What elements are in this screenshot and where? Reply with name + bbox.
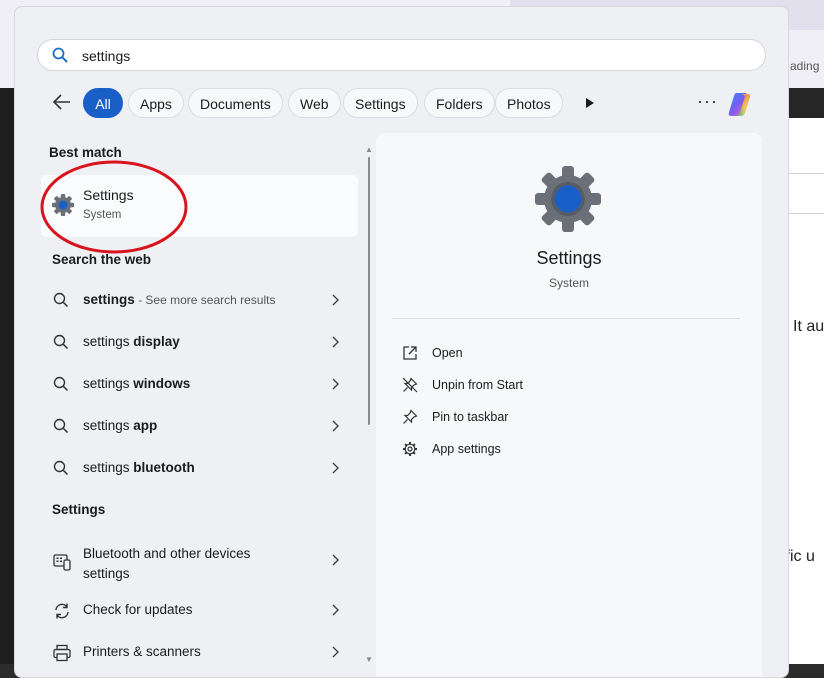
filter-settings[interactable]: Settings	[343, 88, 418, 118]
search-icon	[53, 418, 69, 434]
bluetooth-devices-icon	[53, 554, 71, 571]
action-label: Unpin from Start	[432, 378, 524, 392]
filter-web[interactable]: Web	[288, 88, 341, 118]
highlight-circle-annotation	[40, 160, 188, 254]
chevron-right-icon	[332, 462, 339, 474]
unpin-icon	[402, 377, 418, 393]
filter-folders[interactable]: Folders	[424, 88, 495, 118]
search-box[interactable]	[37, 39, 766, 71]
printer-icon	[53, 644, 71, 662]
filter-photos[interactable]: Photos	[495, 88, 563, 118]
web-result-row[interactable]: settings app	[41, 407, 358, 447]
sync-icon	[55, 603, 69, 619]
preview-subtitle: System	[548, 276, 589, 290]
scroll-down-arrow-icon[interactable]: ▼	[365, 655, 373, 664]
background-left-edge	[0, 88, 14, 664]
web-result-label: settings app	[83, 418, 158, 433]
copilot-icon[interactable]	[727, 89, 757, 119]
chevron-right-icon	[332, 294, 339, 306]
background-divider	[787, 173, 824, 174]
web-result-row[interactable]: settings windows	[41, 365, 358, 405]
search-icon	[53, 460, 69, 476]
settings-section-heading: Settings	[52, 502, 106, 517]
search-web-heading: Search the web	[52, 252, 152, 267]
chevron-right-icon	[332, 646, 339, 658]
chevron-right-icon	[332, 604, 339, 616]
web-result-row[interactable]: settings - See more search results	[41, 281, 358, 321]
action-label: Open	[432, 346, 463, 360]
chevron-right-icon	[332, 378, 339, 390]
settings-result-row[interactable]: Bluetooth and other devices settings	[41, 539, 358, 583]
chevron-right-icon	[332, 420, 339, 432]
background-text: ading	[790, 59, 820, 73]
search-icon	[53, 376, 69, 392]
search-icon	[53, 292, 69, 308]
filter-all[interactable]: All	[83, 88, 123, 118]
pin-icon	[403, 409, 418, 424]
more-options-button[interactable]: ···	[697, 91, 718, 112]
more-filters-arrow-icon[interactable]	[585, 97, 595, 109]
settings-result-row[interactable]: Check for updates	[41, 591, 358, 631]
settings-result-label: Printers & scanners	[83, 644, 201, 659]
web-result-row[interactable]: settings bluetooth	[41, 449, 358, 489]
back-arrow-icon[interactable]	[51, 91, 73, 113]
action-label: App settings	[432, 442, 501, 456]
open-external-icon	[403, 346, 417, 360]
action-label: Pin to taskbar	[432, 410, 509, 424]
web-result-row[interactable]: settings display	[41, 323, 358, 363]
search-icon	[52, 47, 68, 63]
filter-apps[interactable]: Apps	[128, 88, 184, 118]
background-text: It au	[793, 318, 824, 335]
web-result-label: settings - See more search results	[83, 292, 276, 307]
gear-icon	[403, 442, 417, 456]
preview-pane: Settings System Open Unpin from Start Pi…	[376, 133, 762, 677]
search-input[interactable]	[80, 44, 744, 68]
chevron-right-icon	[332, 554, 339, 566]
settings-result-row[interactable]: Printers & scanners	[41, 633, 358, 673]
chevron-right-icon	[332, 336, 339, 348]
preview-title: Settings	[536, 248, 602, 268]
scroll-up-arrow-icon[interactable]: ▲	[365, 145, 373, 154]
settings-gear-icon	[535, 166, 601, 232]
web-result-label: settings display	[83, 334, 180, 349]
settings-result-label: Bluetooth and other devices settings	[83, 546, 251, 581]
preview-divider	[392, 318, 740, 319]
web-result-label: settings windows	[83, 376, 191, 391]
start-search-panel: All Apps Documents Web Settings Folders …	[14, 6, 789, 678]
settings-result-label: Check for updates	[83, 602, 193, 617]
filter-documents[interactable]: Documents	[188, 88, 283, 118]
web-result-label: settings bluetooth	[83, 460, 195, 475]
scrollbar-thumb[interactable]	[368, 157, 370, 425]
background-divider	[787, 213, 824, 214]
background-document	[787, 88, 824, 664]
background-toolbar	[787, 88, 824, 118]
search-icon	[53, 334, 69, 350]
